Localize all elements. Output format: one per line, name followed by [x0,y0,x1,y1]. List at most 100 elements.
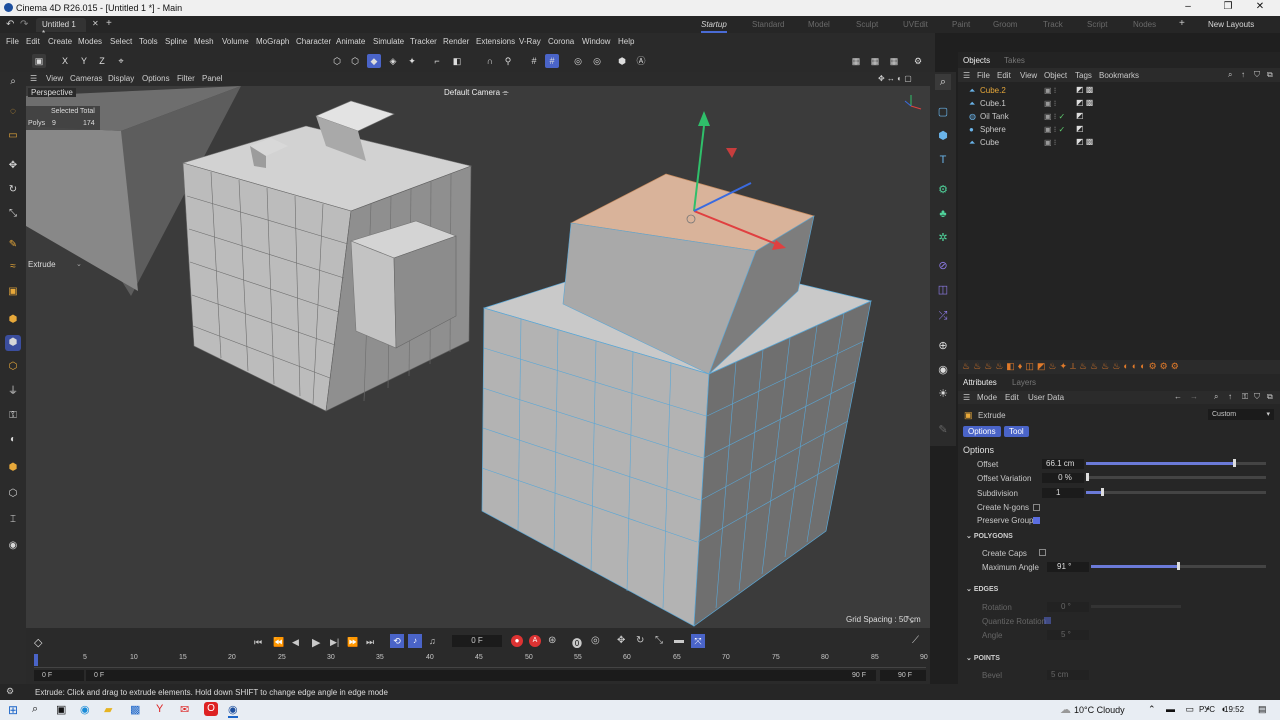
visibility-toggle[interactable]: ▣ ⁝ [1044,138,1056,147]
workplane-icon[interactable]: # [545,54,559,68]
floor-icon[interactable]: ⌶ [5,512,21,528]
file-explorer-icon[interactable]: ▰ [104,703,112,716]
layout-tab-script[interactable]: Script [1087,20,1107,29]
search-icon[interactable]: ⌕ [1228,70,1232,80]
playhead[interactable] [34,654,38,666]
polygons-section[interactable]: ⌄ POLYGONS [966,532,1013,540]
play-icon[interactable]: ▶ [312,636,320,649]
menu-file[interactable]: File [6,37,19,46]
gmail-icon[interactable]: ✉ [180,703,189,716]
points-mode-icon[interactable]: ⬡ [330,54,344,68]
cloner-icon[interactable]: ♣ [935,206,951,222]
points-select-icon[interactable]: ⬢ [5,312,21,328]
autokey-icon[interactable]: A [529,635,541,647]
viewport-menu-icon[interactable]: ☰ [30,74,37,83]
deformer-icon[interactable]: ⊘ [935,258,951,274]
menu-tools[interactable]: Tools [139,37,158,46]
texture-mode-icon[interactable]: ✦ [405,54,419,68]
store-icon[interactable]: ▩ [130,703,140,716]
snap-icon[interactable]: # [527,54,541,68]
live-selection-icon[interactable]: ◌ [5,104,21,120]
offset-variation-knob[interactable] [1086,473,1089,481]
texture-icon[interactable]: ◐ [5,432,21,448]
lock-icon[interactable]: ⚿ [5,408,21,424]
move-icon[interactable]: ✥ [5,158,21,174]
attributes-menu-mode[interactable]: Mode [977,393,997,402]
smooth-icon[interactable]: ≈ [5,259,21,275]
polygon-select-icon[interactable]: ⬢ [5,335,21,351]
visibility-toggle[interactable]: ▣ ⁝ ✓ [1044,125,1065,134]
windows-start-icon[interactable]: ⊞ [8,703,18,717]
filter-icon[interactable]: ⛉ [1254,70,1260,80]
add-layout-icon[interactable]: + [1179,18,1185,29]
offset-variation-track[interactable] [1086,476,1266,479]
objects-menu-edit[interactable]: Edit [997,71,1011,80]
scale-icon[interactable]: ⤡ [5,206,21,222]
objects-menu-object[interactable]: Object [1044,71,1067,80]
visibility-toggle[interactable]: ▣ ⁝ [1044,99,1056,108]
object-row-cube2[interactable]: ⏶ Cube.2 ▣ ⁝ ◩ ▩ [958,84,1280,97]
tray-icons[interactable]: ⌃ ▬ ▭ ◔ ◖ [1148,704,1230,715]
spline-pen-icon[interactable]: ▢ [935,104,951,120]
scene-camera-icon[interactable]: ◉ [935,362,951,378]
attributes-menu-icon[interactable]: ☰ [963,393,970,402]
new-window-icon[interactable]: ⧉ [1267,70,1273,80]
tab-options[interactable]: Options [963,426,1001,437]
phong-tag-icon[interactable]: ◩ ▩ [1076,137,1093,146]
viewport-menu-cameras[interactable]: Cameras [70,74,102,83]
loop-icon[interactable]: ⟲ [390,634,404,648]
layer-icons-strip[interactable]: ♨♨♨♨◧♦◫◩♨✦⟂♨♨♨♨◐◐◐⚙⚙⚙ [958,360,1280,374]
tab-attributes[interactable]: Attributes [963,378,997,387]
range-slider[interactable]: 0 F 90 F [86,670,876,681]
object-row-cube1[interactable]: ⏶ Cube.1 ▣ ⁝ ◩ ▩ [958,97,1280,110]
generator-icon[interactable]: ⚙ [935,182,951,198]
uv-edit-icon[interactable]: ⬡ [5,486,21,502]
redo-icon[interactable]: ↷ [20,19,28,30]
frame-ruler[interactable]: 5 10 15 20 25 30 35 40 45 50 55 60 65 70… [34,654,928,668]
visibility-toggle[interactable]: ▣ ⁝ ✓ [1044,112,1065,121]
maximum-angle-knob[interactable] [1177,562,1180,570]
weight-icon[interactable]: ⏚ [5,384,21,400]
layout-tab-startup[interactable]: Startup [701,20,727,33]
create-ngons-checkbox[interactable] [1033,504,1040,511]
uv-mode-icon[interactable]: ◈ [386,54,400,68]
render-active-view-icon[interactable]: ▦ [868,54,882,68]
menu-character[interactable]: Character [296,37,331,46]
object-row-sphere[interactable]: ● Sphere ▣ ⁝ ✓ ◩ [958,123,1280,136]
render-view-icon[interactable]: ◎ [571,54,585,68]
effector-icon[interactable]: ✲ [935,230,951,246]
language-indicator[interactable]: РУС [1199,705,1215,714]
rotate-icon[interactable]: ↻ [5,182,21,198]
create-caps-checkbox[interactable] [1039,549,1046,556]
offset-field[interactable]: 66.1 cm [1042,459,1084,469]
clock[interactable]: 19:52 [1224,705,1244,714]
layout-tab-model[interactable]: Model [808,20,830,29]
scale-key-icon[interactable]: ⤡ [655,635,663,646]
param-key-icon[interactable]: ▬ [674,635,684,646]
material-icon[interactable]: ⬢ [5,460,21,476]
search-icon[interactable]: ⌕ [5,74,21,90]
brush-tool-icon[interactable]: ✎ [935,422,951,438]
edge-select-icon[interactable]: ⬡ [5,359,21,375]
notification-icon[interactable]: ▤ [1258,704,1267,715]
keyframe-icon[interactable]: ◇ [34,636,42,649]
tab-objects[interactable]: Objects [963,56,990,65]
edge-browser-icon[interactable]: ◉ [80,703,90,716]
volume-icon[interactable]: ♫ [429,636,436,646]
phong-tag-icon[interactable]: ◩ [1076,124,1084,133]
edges-section[interactable]: ⌄ EDGES [966,585,998,593]
menu-animate[interactable]: Animate [336,37,365,46]
magnet-icon[interactable]: ∩ [483,54,497,68]
animation-icon[interactable]: Ⓐ [634,54,648,68]
viewport-nav-icons[interactable]: ✥ ↔ ◐ ▢ [878,74,912,83]
menu-mograph[interactable]: MoGraph [256,37,289,46]
navigate-up-icon[interactable]: ↑ [1241,70,1245,79]
back-arrow-icon[interactable]: ← [1174,392,1182,401]
attributes-menu-edit[interactable]: Edit [1005,393,1019,402]
menu-simulate[interactable]: Simulate [373,37,404,46]
previous-frame-icon[interactable]: ◀ [292,637,299,648]
object-row-cube[interactable]: ⏶ Cube ▣ ⁝ ◩ ▩ [958,136,1280,149]
viewport-menu-panel[interactable]: Panel [202,74,222,83]
field-icon[interactable]: ◫ [935,282,951,298]
axis-y-toggle[interactable]: Y [77,54,91,68]
